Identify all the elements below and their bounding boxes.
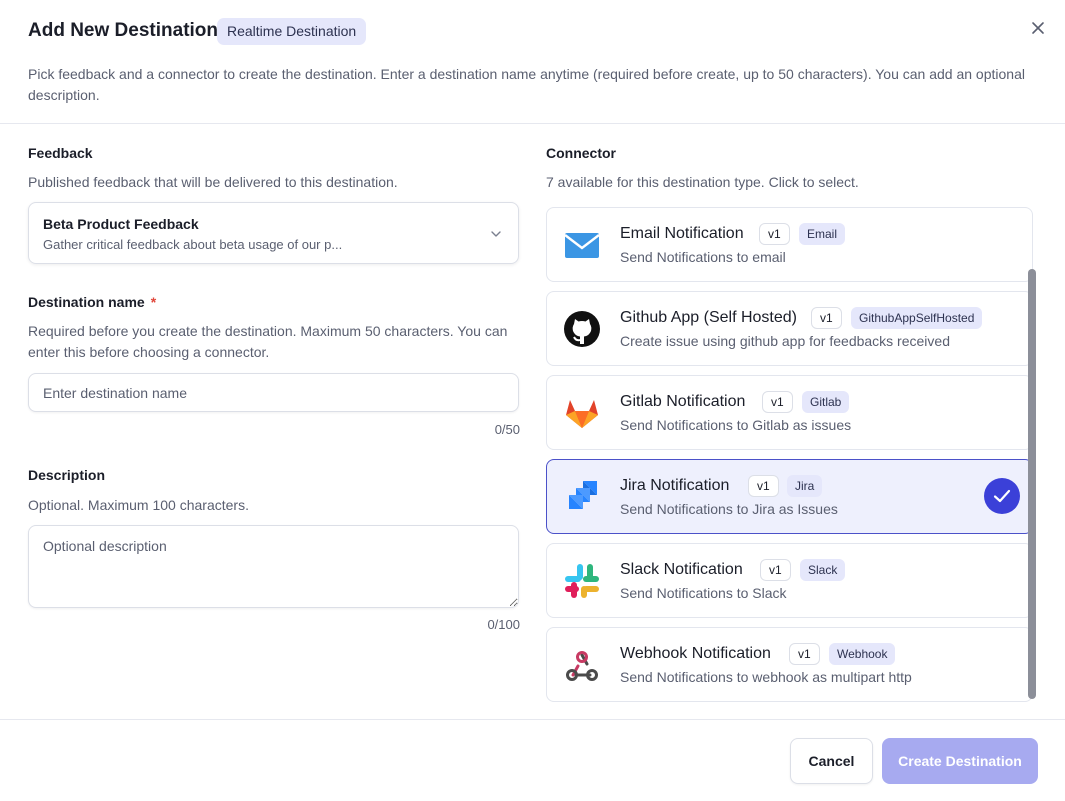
required-marker: *: [150, 294, 157, 310]
github-icon: [564, 311, 600, 347]
feedback-selected-title: Beta Product Feedback: [43, 216, 199, 232]
slack-icon: [565, 564, 599, 598]
destination-type-badge: Realtime Destination: [217, 18, 367, 45]
connector-key-badge: Jira: [787, 475, 823, 497]
destination-name-counter: 0/50: [494, 422, 520, 437]
description-textarea[interactable]: [28, 525, 519, 608]
description-help: Optional. Maximum 100 characters.: [28, 497, 249, 513]
connector-list-scrollbar[interactable]: [1028, 269, 1036, 699]
version-badge: v1: [760, 559, 791, 581]
connector-desc: Send Notifications to Jira as Issues: [620, 501, 838, 517]
connector-name: Webhook Notification: [620, 645, 771, 662]
feedback-select[interactable]: Beta Product Feedback Gather critical fe…: [28, 202, 519, 264]
version-badge: v1: [759, 223, 790, 245]
connector-key-badge: Webhook: [829, 643, 896, 665]
connector-name: Gitlab Notification: [620, 393, 746, 410]
version-badge: v1: [789, 643, 820, 665]
feedback-selected-desc: Gather critical feedback about beta usag…: [43, 237, 343, 252]
connector-card-gitlab[interactable]: Gitlab Notification v1 Gitlab Send Notif…: [546, 375, 1033, 450]
connector-key-badge: Slack: [800, 559, 846, 581]
connector-name: Jira Notification: [620, 477, 730, 494]
dialog-header: Add New Destination Realtime Destination…: [0, 0, 1065, 124]
connector-help: 7 available for this destination type. C…: [546, 174, 859, 190]
close-icon: [1032, 22, 1044, 34]
destination-name-help: Required before you create the destinati…: [28, 323, 508, 360]
connector-desc: Send Notifications to Gitlab as issues: [620, 417, 852, 433]
dialog-title: Add New Destination: [28, 20, 219, 41]
connector-name: Github App (Self Hosted): [620, 309, 797, 326]
connector-card-jira[interactable]: Jira Notification v1 Jira Send Notificat…: [546, 459, 1033, 534]
destination-name-label: Destination name *: [28, 294, 157, 310]
connector-card-webhook[interactable]: Webhook Notification v1 Webhook Send Not…: [546, 627, 1033, 702]
selected-check-icon: [984, 478, 1020, 514]
version-badge: v1: [811, 307, 842, 329]
description-counter: 0/100: [487, 617, 520, 632]
connector-desc: Send Notifications to email: [620, 249, 786, 265]
connector-key-badge: Email: [799, 223, 846, 245]
close-button[interactable]: [1026, 16, 1050, 40]
connector-card-slack[interactable]: Slack Notification v1 Slack Send Notific…: [546, 543, 1033, 618]
connector-card-github[interactable]: Github App (Self Hosted) v1 GithubAppSel…: [546, 291, 1033, 366]
dialog-subtitle: Pick feedback and a connector to create …: [28, 66, 1025, 103]
webhook-icon: [566, 651, 598, 681]
connector-key-badge: GithubAppSelfHosted: [851, 307, 983, 329]
jira-icon: [569, 481, 597, 509]
feedback-label: Feedback: [28, 145, 93, 161]
chevron-down-icon: [491, 231, 501, 237]
connector-key-badge: Gitlab: [802, 391, 850, 413]
version-badge: v1: [762, 391, 793, 413]
connector-desc: Send Notifications to webhook as multipa…: [620, 669, 912, 685]
connector-card-email[interactable]: Email Notification v1 Email Send Notific…: [546, 207, 1033, 282]
description-label: Description: [28, 467, 106, 483]
connector-name: Email Notification: [620, 225, 744, 242]
feedback-help: Published feedback that will be delivere…: [28, 174, 398, 190]
connector-desc: Create issue using github app for feedba…: [620, 333, 950, 349]
connector-name: Slack Notification: [620, 561, 743, 578]
cancel-button[interactable]: Cancel: [790, 738, 873, 784]
version-badge: v1: [748, 475, 779, 497]
email-icon: [564, 233, 600, 258]
connector-label: Connector: [546, 145, 616, 161]
gitlab-icon: [566, 400, 598, 428]
destination-name-input[interactable]: [28, 373, 519, 412]
create-destination-button[interactable]: Create Destination: [882, 738, 1038, 784]
connector-desc: Send Notifications to Slack: [620, 585, 787, 601]
